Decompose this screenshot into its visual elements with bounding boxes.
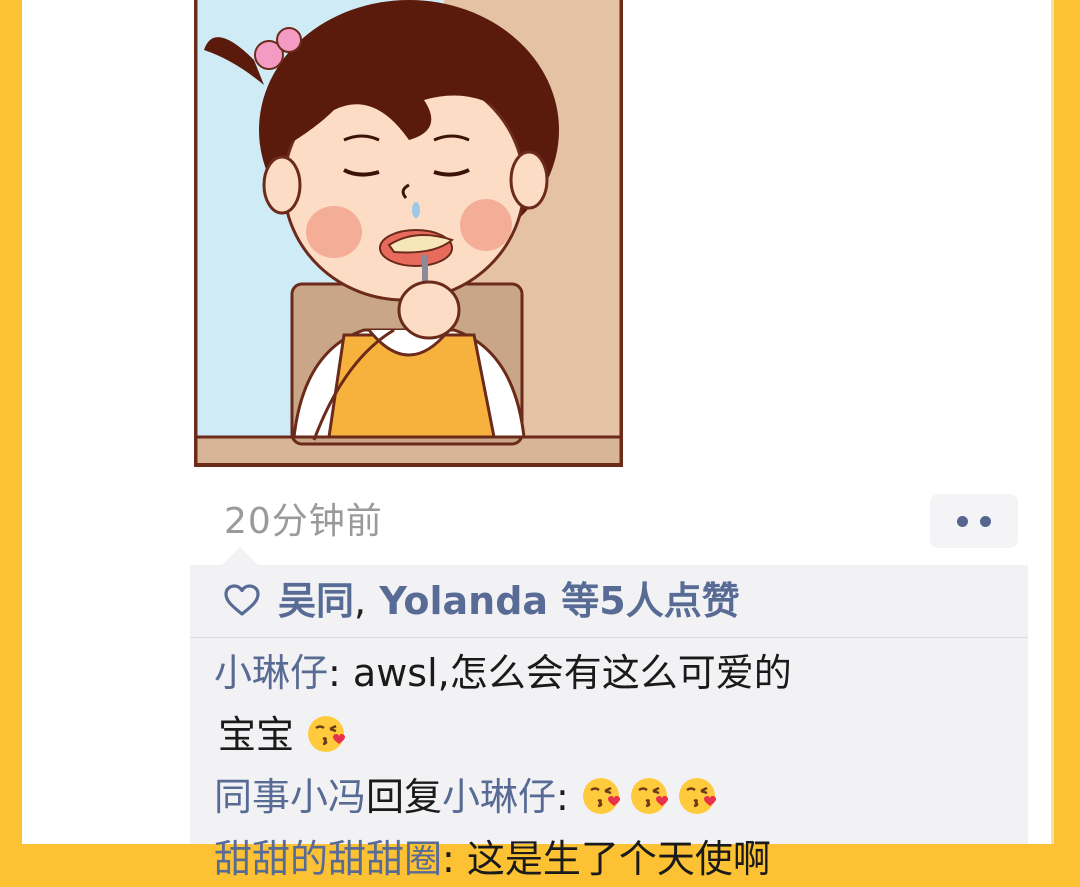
- panel-pointer: [222, 547, 258, 565]
- comment-item[interactable]: 小琳仔: awsl,怎么会有这么可爱的: [214, 645, 1014, 701]
- comment-item-continued[interactable]: 宝宝: [214, 707, 1014, 763]
- comment-separator: :: [556, 775, 581, 819]
- comment-author[interactable]: 同事小冯: [214, 775, 366, 819]
- likes-count: 等5人点赞: [561, 579, 740, 623]
- comment-item[interactable]: 同事小冯回复小琳仔:: [214, 769, 1014, 825]
- liker-name[interactable]: 吴同: [278, 579, 354, 623]
- comment-text: awsl,怎么会有这么可爱的: [352, 651, 792, 695]
- comment-text: 宝宝: [218, 713, 295, 757]
- comment-author[interactable]: 小琳仔: [214, 651, 328, 695]
- card-edge: [1051, 0, 1054, 844]
- dot-icon: [980, 515, 991, 527]
- kissing-face-heart-icon: [308, 716, 346, 752]
- moment-photo[interactable]: [194, 0, 623, 467]
- comment-list: 小琳仔: awsl,怎么会有这么可爱的 宝宝 同事小冯回复小琳仔: 甜甜的甜甜圈…: [214, 645, 1014, 887]
- liker-name[interactable]: Yolanda: [379, 579, 548, 623]
- heart-icon: [224, 584, 260, 616]
- reply-target[interactable]: 小琳仔: [442, 775, 556, 819]
- likes-text: 吴同, Yolanda 等5人点赞: [278, 579, 740, 623]
- dot-icon: [957, 515, 968, 527]
- kissing-face-heart-icon: [630, 778, 668, 814]
- comment-separator: :: [328, 651, 353, 695]
- likes-row: 吴同, Yolanda 等5人点赞: [190, 565, 1028, 638]
- time-ago: 20分钟前: [224, 501, 383, 542]
- moment-card: 20分钟前 吴同, Yolanda 等5人点赞 小琳仔: awsl,怎么会有这么…: [22, 0, 1054, 881]
- reply-word: 回复: [366, 775, 443, 819]
- interaction-panel: 吴同, Yolanda 等5人点赞 小琳仔: awsl,怎么会有这么可爱的 宝宝: [190, 565, 1028, 881]
- girl-eating-cartoon: [194, 0, 623, 467]
- kissing-face-heart-icon: [678, 778, 716, 814]
- comment-item[interactable]: 甜甜的甜甜圈: 这是生了个天使啊: [214, 831, 1014, 887]
- kissing-face-heart-icon: [582, 778, 620, 814]
- likes-separator: ,: [354, 579, 367, 623]
- more-actions-button[interactable]: [930, 494, 1018, 548]
